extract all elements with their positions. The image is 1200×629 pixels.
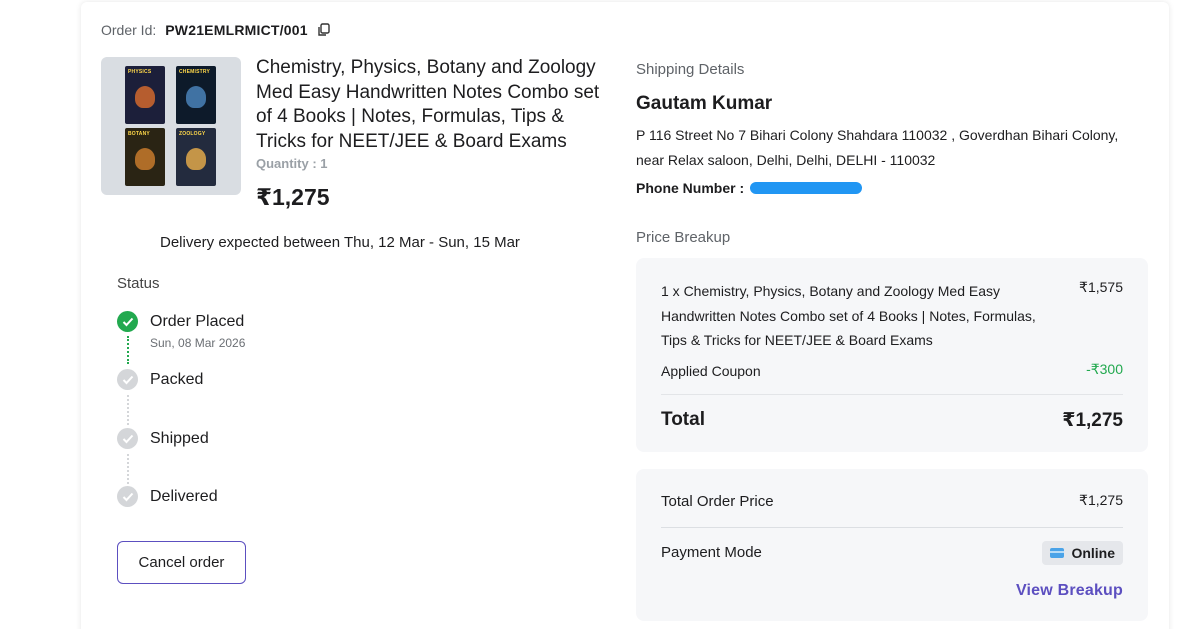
shipping-heading: Shipping Details [636, 61, 745, 78]
check-circle-icon [117, 369, 138, 390]
product-thumbnail[interactable]: PHYSICS CHEMISTRY BOTANY ZOOLOGY [101, 57, 241, 195]
order-id-row: Order Id: PW21EMLRMICT/001 [101, 22, 331, 38]
status-step-label: Order Placed [150, 312, 245, 330]
order-id-value: PW21EMLRMICT/001 [165, 22, 308, 38]
status-step-date: Sun, 08 Mar 2026 [150, 336, 246, 350]
price-breakup-heading: Price Breakup [636, 229, 731, 246]
total-order-price-value: ₹1,275 [1079, 492, 1123, 508]
status-step-label: Packed [150, 370, 204, 388]
status-step-packed: Packed [117, 369, 203, 390]
status-step-delivered: Delivered [117, 486, 218, 507]
view-breakup-link[interactable]: View Breakup [1016, 582, 1123, 600]
coupon-value: -₹300 [1086, 361, 1123, 377]
order-id-label: Order Id: [101, 22, 157, 38]
total-value: ₹1,275 [1062, 410, 1123, 431]
phone-row: Phone Number : [636, 180, 863, 196]
status-connector [127, 395, 129, 425]
phone-redaction [750, 182, 863, 194]
status-step-order-placed: Order Placed [117, 311, 244, 332]
cancel-order-button[interactable]: Cancel order [117, 541, 246, 584]
credit-card-icon [1050, 548, 1065, 558]
check-circle-icon [117, 428, 138, 449]
status-step-label: Delivered [150, 487, 218, 505]
status-connector [127, 336, 129, 364]
payment-mode-label: Payment Mode [661, 544, 762, 561]
book-cover-botany: BOTANY [125, 128, 165, 186]
status-step-label: Shipped [150, 429, 209, 447]
status-step-shipped: Shipped [117, 428, 209, 449]
product-title[interactable]: Chemistry, Physics, Botany and Zoology M… [256, 56, 616, 154]
phone-label: Phone Number : [636, 180, 745, 196]
payment-mode-value: Online [1071, 545, 1115, 561]
delivery-estimate: Delivery expected between Thu, 12 Mar - … [160, 234, 520, 251]
divider [661, 394, 1123, 395]
price-breakup-item-price: ₹1,575 [1079, 279, 1123, 295]
shipping-address: P 116 Street No 7 Bihari Colony Shahdara… [636, 127, 1119, 168]
shipping-name: Gautam Kumar [636, 93, 773, 114]
status-heading: Status [117, 275, 160, 292]
product-quantity: Quantity : 1 [256, 156, 328, 171]
book-cover-physics: PHYSICS [125, 66, 165, 124]
price-breakup-item: 1 x Chemistry, Physics, Botany and Zoolo… [661, 283, 1036, 348]
check-circle-icon [117, 486, 138, 507]
total-order-price-label: Total Order Price [661, 493, 774, 510]
book-cover-chemistry: CHEMISTRY [176, 66, 216, 124]
status-connector [127, 454, 129, 484]
check-circle-icon [117, 311, 138, 332]
total-label: Total [661, 409, 705, 430]
book-cover-zoology: ZOOLOGY [176, 128, 216, 186]
copy-icon[interactable] [317, 23, 331, 37]
divider [661, 527, 1123, 528]
coupon-label: Applied Coupon [661, 363, 761, 379]
product-price: ₹1,275 [256, 184, 330, 210]
payment-mode-badge: Online [1042, 541, 1123, 565]
